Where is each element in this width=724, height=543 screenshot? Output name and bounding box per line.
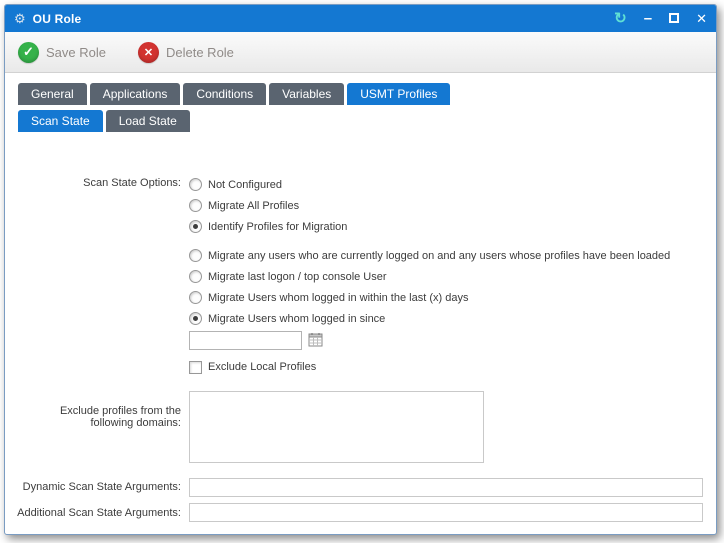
scan-state-options-label: Scan State Options: xyxy=(17,174,189,376)
radio-icon xyxy=(189,178,202,191)
radio-migrate-current-users[interactable]: Migrate any users who are currently logg… xyxy=(189,245,704,266)
subtab-scan-state[interactable]: Scan State xyxy=(18,110,103,132)
radio-icon xyxy=(189,199,202,212)
toolbar: ✓ Save Role ✕ Delete Role xyxy=(5,32,716,73)
radio-label: Migrate any users who are currently logg… xyxy=(208,250,670,262)
scan-state-options-group: Not Configured Migrate All Profiles Iden… xyxy=(189,174,704,376)
sub-tabstrip: Scan State Load State xyxy=(5,105,716,132)
scan-state-form: Scan State Options: Not Configured Migra… xyxy=(5,132,716,522)
exclude-domains-textarea[interactable] xyxy=(189,391,484,463)
scan-state-options-row: Scan State Options: Not Configured Migra… xyxy=(17,174,704,376)
checkbox-exclude-local-profiles[interactable]: Exclude Local Profiles xyxy=(189,358,704,376)
logged-in-since-date-row xyxy=(189,331,704,350)
logged-in-since-date-input[interactable] xyxy=(189,331,302,350)
radio-icon xyxy=(189,270,202,283)
delete-role-label: Delete Role xyxy=(166,45,234,60)
additional-args-label: Additional Scan State Arguments: xyxy=(17,507,189,519)
radio-icon xyxy=(189,220,202,233)
radio-label: Identify Profiles for Migration xyxy=(208,221,347,233)
additional-args-row: Additional Scan State Arguments: xyxy=(17,503,704,522)
ou-role-window: ⚙ OU Role ↻ – ✕ ✓ Save Role ✕ Delete Rol… xyxy=(4,4,717,535)
calendar-icon xyxy=(308,332,324,347)
exclude-domains-control xyxy=(189,391,704,466)
exclude-domains-row: Exclude profiles from the following doma… xyxy=(17,391,704,466)
radio-icon xyxy=(189,291,202,304)
delete-role-button[interactable]: ✕ Delete Role xyxy=(138,42,234,63)
window-title: OU Role xyxy=(33,12,615,26)
tab-applications[interactable]: Applications xyxy=(90,83,181,105)
radio-label: Not Configured xyxy=(208,179,282,191)
tab-usmt-profiles[interactable]: USMT Profiles xyxy=(347,83,450,105)
radio-label: Migrate Users whom logged in since xyxy=(208,313,385,325)
radio-migrate-last-logon[interactable]: Migrate last logon / top console User xyxy=(189,266,704,287)
refresh-icon[interactable]: ↻ xyxy=(614,11,627,26)
delete-x-icon: ✕ xyxy=(138,42,159,63)
radio-group-gap xyxy=(189,237,704,245)
radio-icon xyxy=(189,312,202,325)
dynamic-args-label: Dynamic Scan State Arguments: xyxy=(17,478,189,497)
maximize-icon[interactable] xyxy=(669,12,679,25)
tab-variables[interactable]: Variables xyxy=(269,83,344,105)
tab-general[interactable]: General xyxy=(18,83,87,105)
minimize-icon[interactable]: – xyxy=(644,11,652,26)
dynamic-args-input[interactable] xyxy=(189,478,703,497)
radio-icon xyxy=(189,249,202,262)
save-role-button[interactable]: ✓ Save Role xyxy=(18,42,106,63)
exclude-domains-label: Exclude profiles from the following doma… xyxy=(17,391,189,466)
radio-label: Migrate Users whom logged in within the … xyxy=(208,292,468,304)
save-check-icon: ✓ xyxy=(18,42,39,63)
radio-migrate-since[interactable]: Migrate Users whom logged in since xyxy=(189,308,704,329)
maximize-box-glyph xyxy=(669,13,679,23)
radio-migrate-last-x-days[interactable]: Migrate Users whom logged in within the … xyxy=(189,287,704,308)
subtab-load-state[interactable]: Load State xyxy=(106,110,190,132)
dynamic-args-row: Dynamic Scan State Arguments: xyxy=(17,478,704,497)
close-icon[interactable]: ✕ xyxy=(696,12,707,25)
checkbox-label: Exclude Local Profiles xyxy=(208,361,316,373)
radio-not-configured[interactable]: Not Configured xyxy=(189,174,704,195)
radio-migrate-all-profiles[interactable]: Migrate All Profiles xyxy=(189,195,704,216)
tab-conditions[interactable]: Conditions xyxy=(183,83,266,105)
save-role-label: Save Role xyxy=(46,45,106,60)
radio-identify-profiles[interactable]: Identify Profiles for Migration xyxy=(189,216,704,237)
additional-args-input[interactable] xyxy=(189,503,703,522)
radio-label: Migrate last logon / top console User xyxy=(208,271,387,283)
checkbox-icon xyxy=(189,361,202,374)
radio-label: Migrate All Profiles xyxy=(208,200,299,212)
main-tabstrip: General Applications Conditions Variable… xyxy=(5,73,716,105)
window-controls: ↻ – ✕ xyxy=(614,11,707,26)
calendar-button[interactable] xyxy=(305,331,325,350)
app-icon: ⚙ xyxy=(14,12,26,25)
titlebar[interactable]: ⚙ OU Role ↻ – ✕ xyxy=(5,5,716,32)
